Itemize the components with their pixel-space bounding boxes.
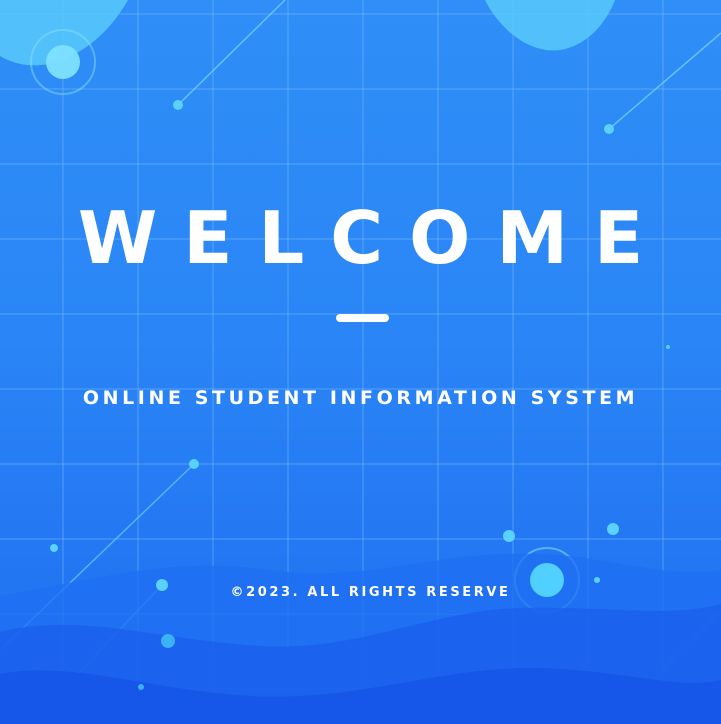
dot [607,523,619,535]
dot [50,544,58,552]
diagonal-line [177,0,286,106]
dot [46,45,80,79]
title-divider [336,314,389,322]
copyright-text: ©2023. ALL RIGHTS RESERVE [230,585,511,600]
dot [604,124,614,134]
top-right-blob [485,0,615,51]
dot [503,530,515,542]
dot [138,684,144,690]
dot [189,459,199,469]
welcome-title: WELCOME [77,196,670,280]
dot [161,634,175,648]
dot [594,577,600,583]
dot [173,100,183,110]
diagonal-line [608,32,721,130]
background-decoration [0,0,721,724]
welcome-screen: WELCOME ONLINE STUDENT INFORMATION SYSTE… [0,0,721,724]
dot [666,345,670,349]
system-subtitle: ONLINE STUDENT INFORMATION SYSTEM [82,387,639,409]
